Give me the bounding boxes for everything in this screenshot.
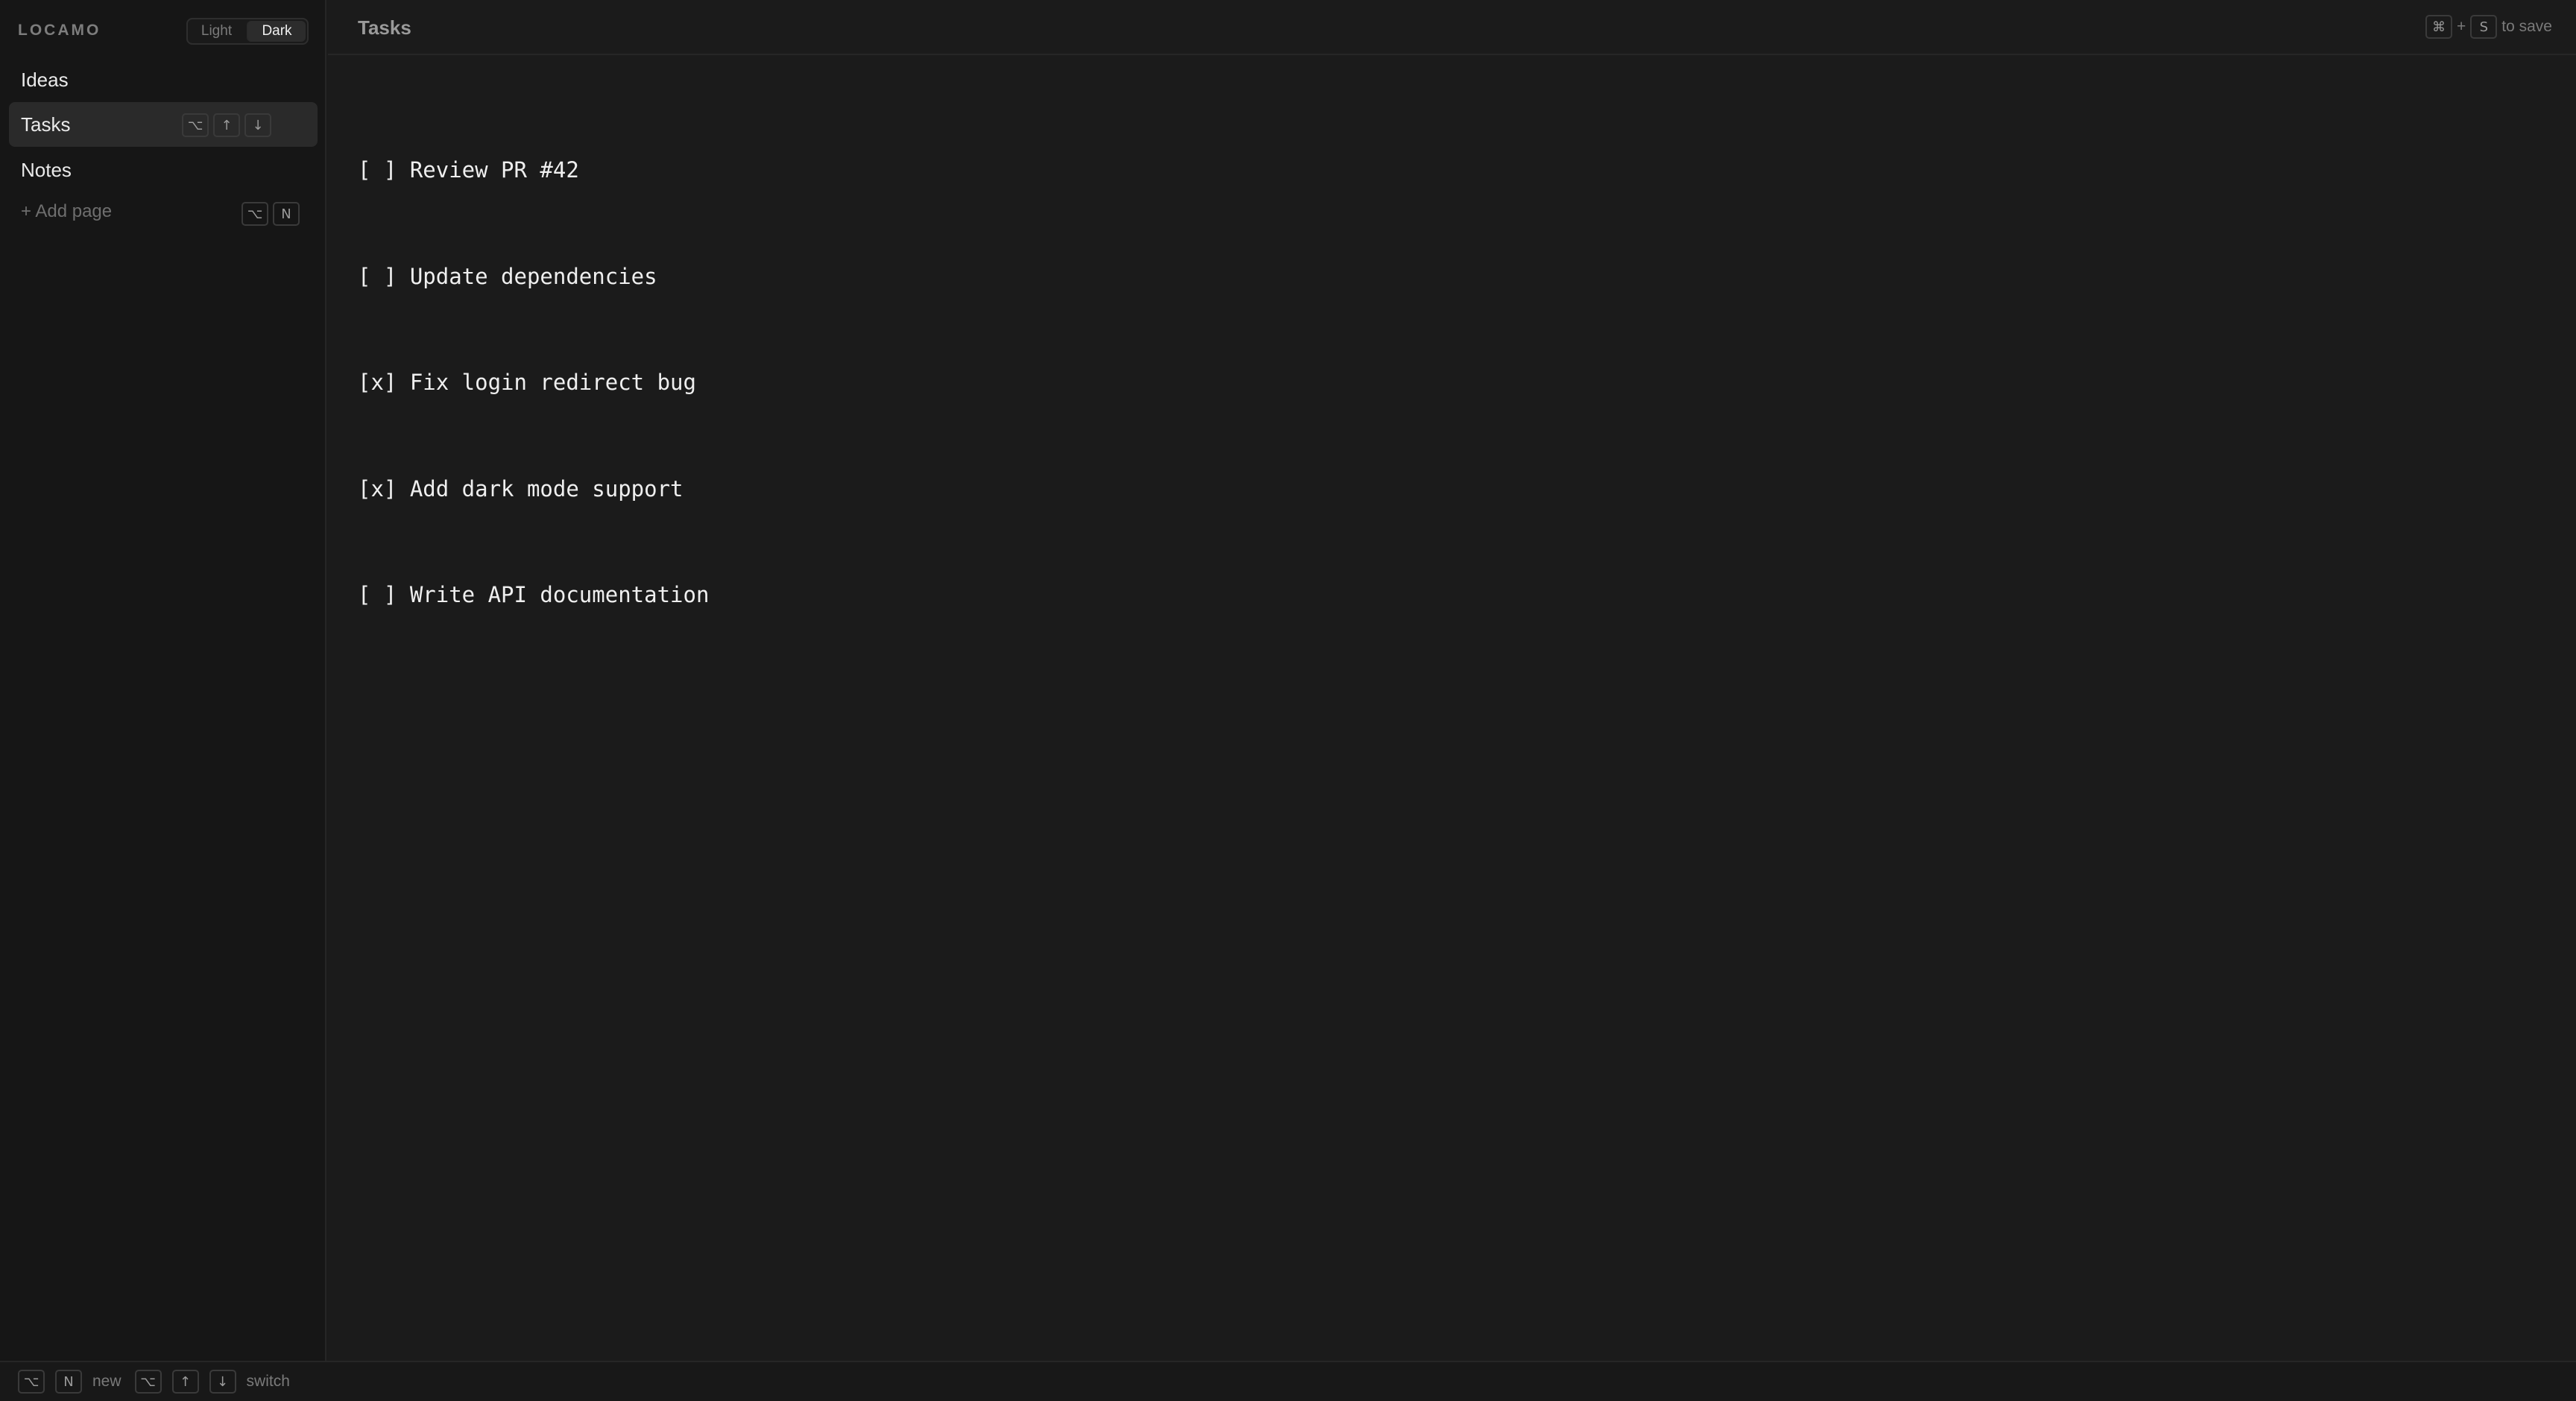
- footer-new-label: new: [92, 1373, 121, 1390]
- sidebar-item-label: Notes: [21, 158, 72, 181]
- arrow-up-key-icon: ↑: [171, 1370, 199, 1394]
- sidebar-item-label: Ideas: [21, 68, 69, 91]
- theme-toggle: Light Dark: [186, 18, 309, 45]
- command-key-icon: ⌘: [2425, 15, 2453, 39]
- main-header: Tasks ⌘ + S to save: [328, 0, 2576, 55]
- sidebar-item-ideas[interactable]: Ideas: [9, 57, 318, 102]
- sidebar: LOCAMO Light Dark Ideas Tasks ⌥ ↑ ↓ Note…: [0, 0, 326, 1361]
- n-key-icon: N: [55, 1370, 82, 1394]
- arrow-down-key-icon: ↓: [209, 1370, 236, 1394]
- save-hint: ⌘ + S to save: [2425, 15, 2552, 39]
- page-title: Tasks: [358, 16, 411, 39]
- n-key-icon: N: [273, 202, 300, 226]
- sidebar-item-shortcut: ⌥ ↑ ↓: [182, 113, 271, 137]
- option-key-icon: ⌥: [134, 1370, 162, 1394]
- sidebar-item-tasks[interactable]: Tasks ⌥ ↑ ↓: [9, 102, 318, 147]
- arrow-up-key-icon: ↑: [213, 113, 240, 137]
- add-page-shortcut: ⌥ N: [242, 202, 300, 226]
- sidebar-item-label: Tasks: [21, 113, 71, 136]
- editor-line[interactable]: [x] Fix login redirect bug: [358, 365, 709, 401]
- editor-line[interactable]: [ ] Review PR #42: [358, 153, 709, 189]
- app-window: LOCAMO Light Dark Ideas Tasks ⌥ ↑ ↓ Note…: [0, 0, 2576, 1401]
- editor-line[interactable]: [ ] Write API documentation: [358, 578, 709, 613]
- editor-line[interactable]: [x] Add dark mode support: [358, 472, 709, 507]
- plus-sign: +: [2457, 18, 2466, 35]
- add-page-button[interactable]: + Add page: [21, 201, 112, 222]
- option-key-icon: ⌥: [18, 1370, 45, 1394]
- theme-light-option[interactable]: Light: [188, 19, 245, 43]
- editor-line[interactable]: [ ] Update dependencies: [358, 259, 709, 295]
- theme-dark-option[interactable]: Dark: [247, 21, 306, 42]
- save-hint-text: to save: [2501, 18, 2552, 35]
- s-key-icon: S: [2470, 15, 2498, 39]
- option-key-icon: ⌥: [182, 113, 209, 137]
- footer-switch-label: switch: [246, 1373, 290, 1390]
- app-brand: LOCAMO: [18, 22, 101, 39]
- arrow-down-key-icon: ↓: [244, 113, 271, 137]
- status-footer: ⌥ N new ⌥ ↑ ↓ switch: [0, 1361, 2576, 1401]
- sidebar-item-notes[interactable]: Notes: [9, 148, 318, 192]
- option-key-icon: ⌥: [242, 202, 268, 226]
- text-editor[interactable]: [ ] Review PR #42 [ ] Update dependencie…: [358, 82, 709, 684]
